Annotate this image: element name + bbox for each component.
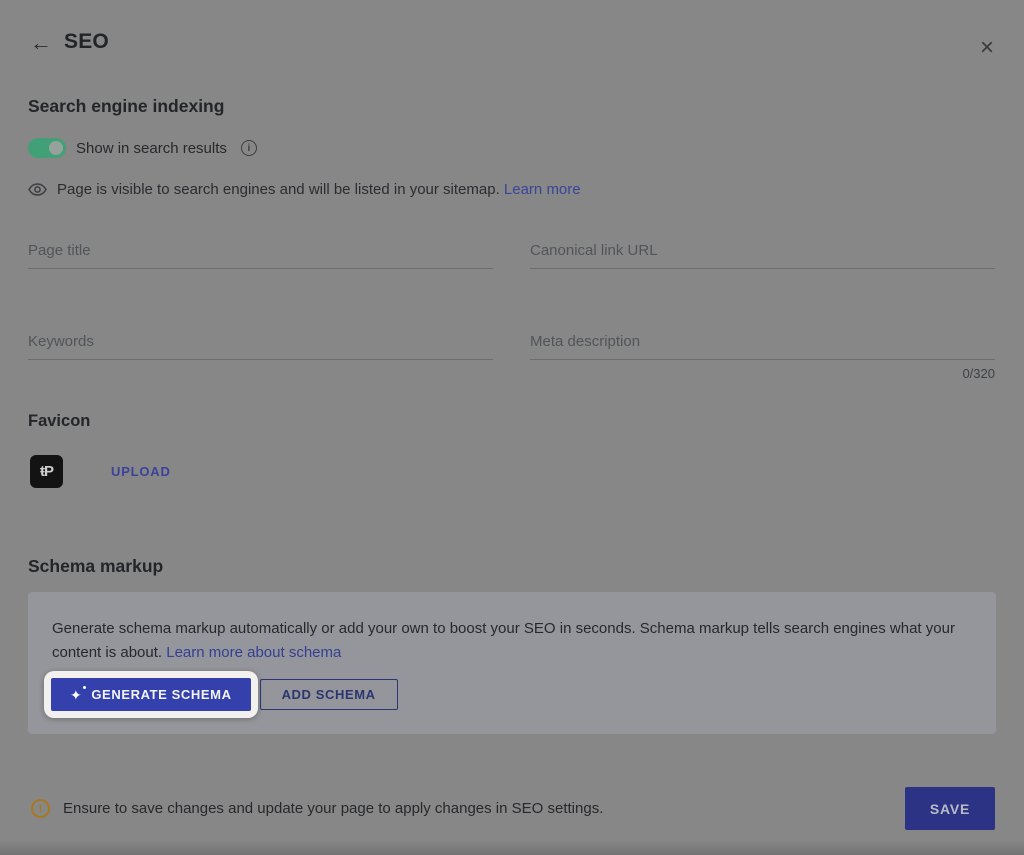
schema-markup-box: Generate schema markup automatically or … bbox=[28, 592, 996, 734]
warning-icon: ! bbox=[31, 799, 50, 818]
schema-buttons-row: ✦ GENERATE SCHEMA ADD SCHEMA bbox=[44, 671, 398, 718]
toggle-knob bbox=[46, 138, 66, 158]
favicon-section-heading: Favicon bbox=[28, 412, 90, 431]
visibility-note-row: Page is visible to search engines and wi… bbox=[28, 181, 581, 198]
toggle-label: Show in search results bbox=[76, 140, 227, 157]
show-in-search-toggle-row: Show in search results i bbox=[28, 138, 257, 158]
meta-description-input[interactable] bbox=[530, 329, 995, 359]
page-title-field bbox=[28, 238, 493, 269]
generate-schema-label: GENERATE SCHEMA bbox=[91, 687, 231, 702]
close-icon[interactable]: × bbox=[980, 35, 994, 61]
canonical-url-field bbox=[530, 238, 995, 269]
page-title-input[interactable] bbox=[28, 238, 493, 268]
canonical-url-input[interactable] bbox=[530, 238, 995, 268]
show-in-search-toggle[interactable] bbox=[28, 138, 64, 158]
meta-description-field: 0/320 bbox=[530, 329, 995, 360]
seo-fields-grid: 0/320 bbox=[28, 238, 995, 360]
indexing-section-heading: Search engine indexing bbox=[28, 96, 224, 117]
save-notice-row: ! Ensure to save changes and update your… bbox=[31, 799, 603, 818]
back-arrow-icon[interactable]: ← bbox=[30, 30, 52, 56]
tutorial-spotlight-ring: ✦ GENERATE SCHEMA bbox=[44, 671, 258, 718]
visibility-note-text: Page is visible to search engines and wi… bbox=[57, 181, 581, 198]
schema-description: Generate schema markup automatically or … bbox=[52, 617, 972, 665]
seo-settings-panel: ← SEO × Search engine indexing Show in s… bbox=[0, 0, 1024, 855]
page-title: SEO bbox=[64, 30, 109, 54]
schema-section-heading: Schema markup bbox=[28, 556, 163, 577]
save-notice-text: Ensure to save changes and update your p… bbox=[63, 800, 603, 817]
meta-description-counter: 0/320 bbox=[962, 366, 995, 381]
keywords-input[interactable] bbox=[28, 329, 493, 359]
generate-schema-button[interactable]: ✦ GENERATE SCHEMA bbox=[51, 678, 251, 711]
eye-icon bbox=[28, 183, 47, 196]
favicon-preview-icon: ŧP bbox=[30, 455, 63, 488]
upload-favicon-button[interactable]: UPLOAD bbox=[111, 464, 171, 479]
save-button[interactable]: SAVE bbox=[905, 787, 995, 830]
favicon-row: ŧP UPLOAD bbox=[30, 455, 171, 488]
sparkle-icon: ✦ bbox=[70, 688, 82, 702]
info-icon[interactable]: i bbox=[241, 140, 257, 156]
learn-more-schema-link[interactable]: Learn more about schema bbox=[166, 644, 341, 661]
bottom-shade bbox=[0, 839, 1024, 855]
add-schema-button[interactable]: ADD SCHEMA bbox=[260, 679, 398, 710]
learn-more-link[interactable]: Learn more bbox=[504, 181, 581, 198]
keywords-field bbox=[28, 329, 493, 360]
